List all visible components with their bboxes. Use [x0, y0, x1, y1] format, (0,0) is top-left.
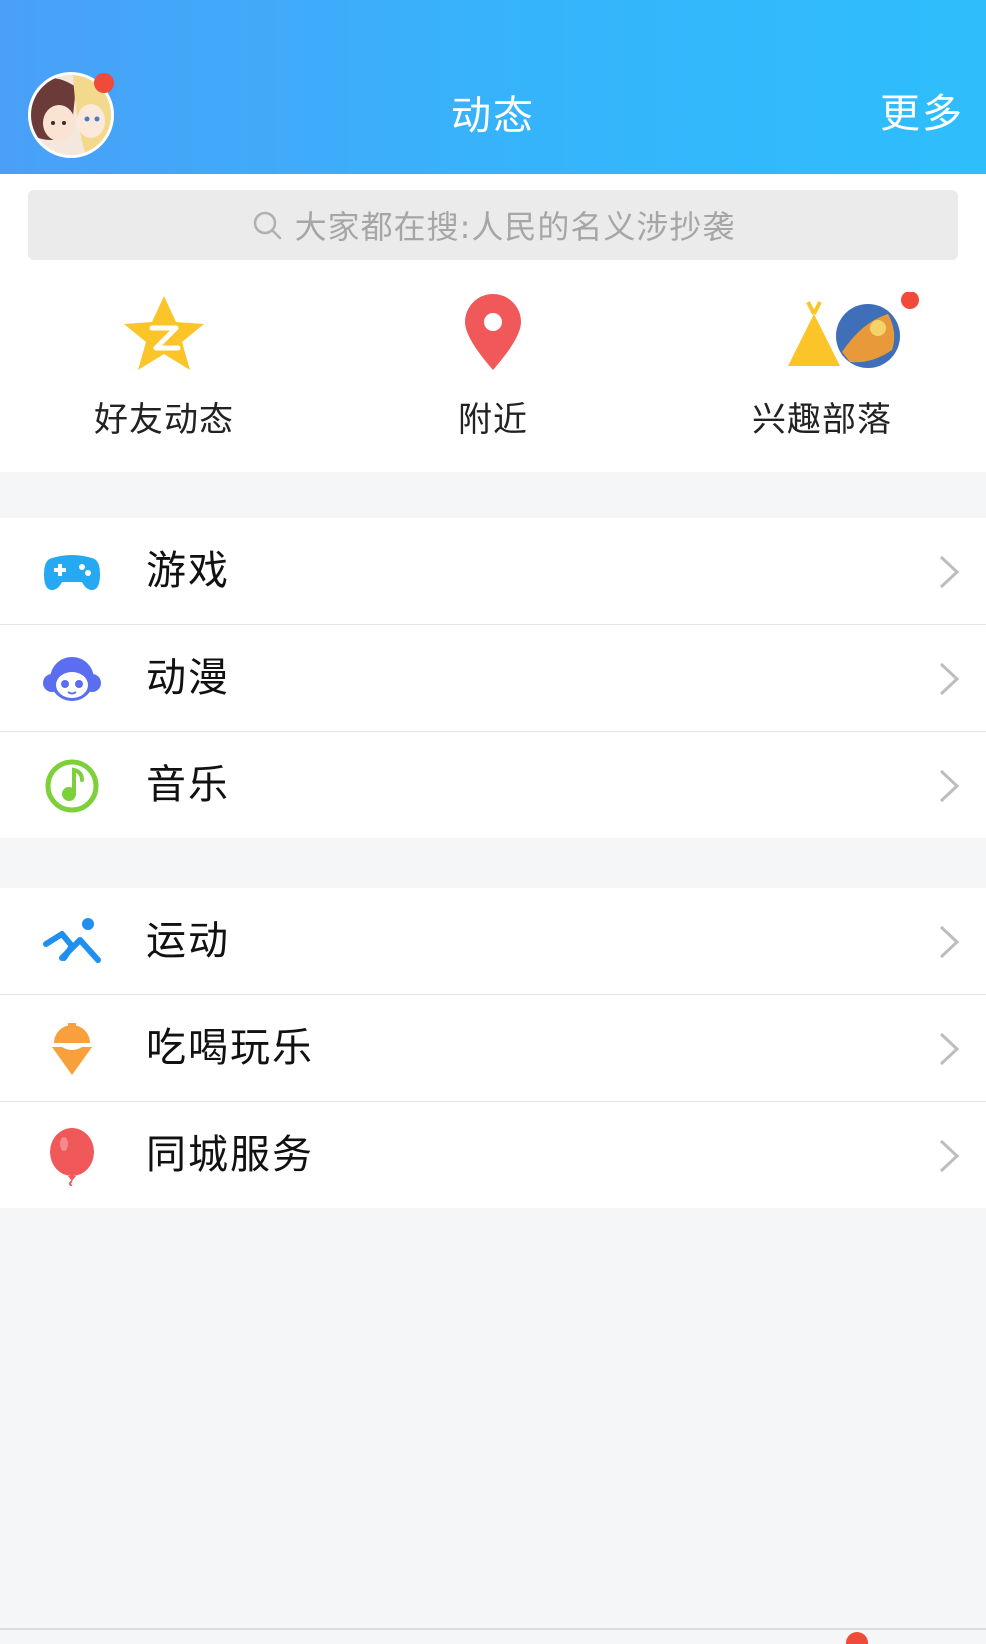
app-header: 动态 更多: [0, 0, 986, 174]
chevron-right-icon: [939, 662, 960, 696]
quick-entry-interest-tribe[interactable]: 兴趣部落: [702, 292, 942, 442]
menu-item-label: 同城服务: [146, 1132, 314, 1178]
menu-item-label: 动漫: [146, 655, 230, 701]
quick-entry-label: 附近: [458, 400, 528, 440]
menu-item-games[interactable]: 游戏: [0, 518, 986, 624]
tribe-tent-icon: [788, 292, 919, 368]
menu-group-entertainment: 游戏 动漫 音乐: [0, 518, 986, 838]
page-title: 动态: [451, 93, 535, 139]
search-bar[interactable]: 大家都在搜:人民的名义涉抄袭: [28, 190, 958, 260]
quick-entry-label: 好友动态: [94, 400, 234, 440]
menu-group-lifestyle: 运动 吃喝玩乐 同城服务: [0, 888, 986, 1208]
gamepad-icon: [44, 555, 100, 590]
search-icon: [253, 211, 281, 240]
chevron-right-icon: [939, 555, 960, 589]
quick-entry-friends-feed[interactable]: 好友动态: [44, 292, 284, 442]
menu-item-music[interactable]: 音乐: [0, 731, 986, 838]
quick-entry-nearby[interactable]: 附近: [373, 292, 613, 442]
chevron-right-icon: [939, 1032, 960, 1066]
ice-cream-icon: [52, 1023, 92, 1075]
chevron-right-icon: [939, 769, 960, 803]
chevron-right-icon: [939, 925, 960, 959]
menu-item-city-services[interactable]: 同城服务: [0, 1101, 986, 1208]
star-z-icon: [124, 296, 204, 370]
menu-item-sports[interactable]: 运动: [0, 888, 986, 994]
chevron-right-icon: [939, 1139, 960, 1173]
quick-entry-label: 兴趣部落: [752, 400, 892, 440]
running-icon: [43, 918, 101, 963]
top-panel: 大家都在搜:人民的名义涉抄袭 好友动态 附近 兴趣部落: [0, 174, 986, 472]
menu-item-label: 运动: [146, 918, 230, 964]
menu-item-label: 音乐: [146, 762, 230, 808]
music-note-icon: [45, 759, 99, 813]
location-pin-icon: [465, 294, 521, 370]
more-button[interactable]: 更多: [880, 86, 964, 142]
search-placeholder: 大家都在搜:人民的名义涉抄袭: [294, 208, 736, 246]
bottom-tab-bar-divider: [0, 1628, 986, 1630]
menu-item-label: 吃喝玩乐: [146, 1025, 314, 1071]
anime-face-icon: [43, 657, 101, 701]
menu-item-anime[interactable]: 动漫: [0, 624, 986, 731]
balloon-icon: [50, 1128, 94, 1186]
menu-item-label: 游戏: [146, 548, 230, 594]
menu-item-food-fun[interactable]: 吃喝玩乐: [0, 994, 986, 1101]
tab-notification-dot: [846, 1632, 868, 1644]
